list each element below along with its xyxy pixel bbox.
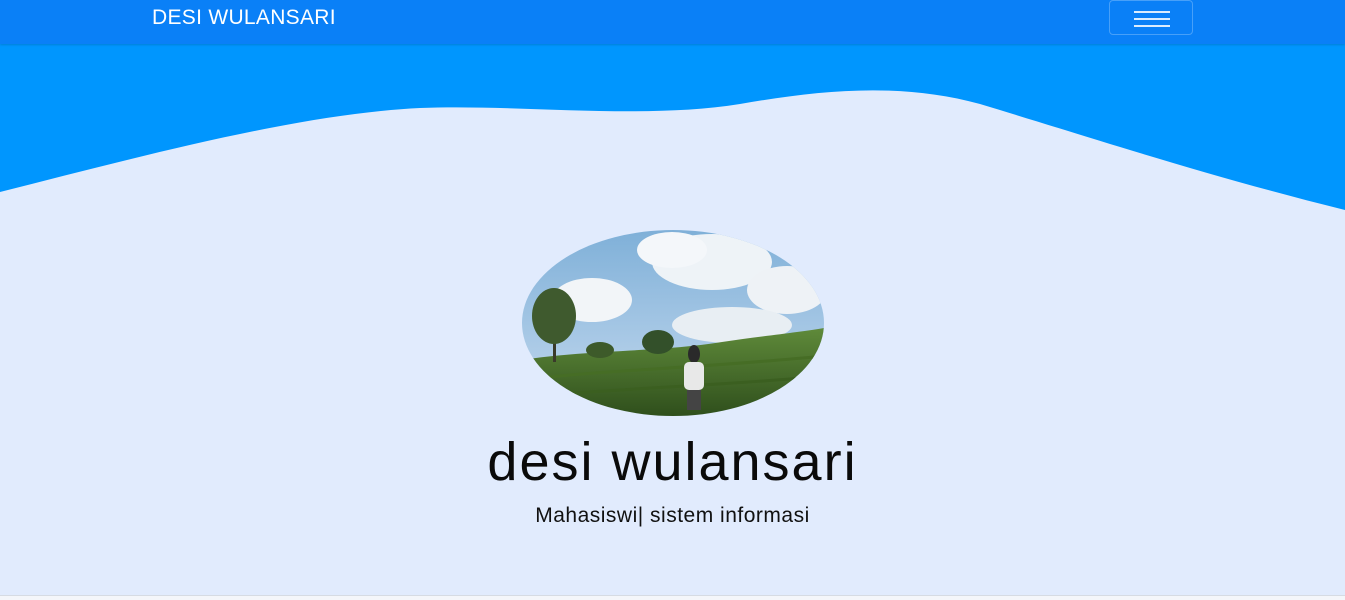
hero-name: desi wulansari (487, 432, 858, 492)
profile-photo (522, 230, 824, 416)
navbar-toggler-button[interactable] (1109, 0, 1193, 35)
hero-wave (0, 44, 1345, 210)
navbar-brand[interactable]: DESI WULANSARI (152, 6, 336, 30)
navbar: DESI WULANSARI (0, 0, 1345, 44)
section-divider (0, 595, 1345, 600)
avatar (522, 230, 824, 416)
hero-subtitle: Mahasiswi| sistem informasi (535, 504, 810, 527)
